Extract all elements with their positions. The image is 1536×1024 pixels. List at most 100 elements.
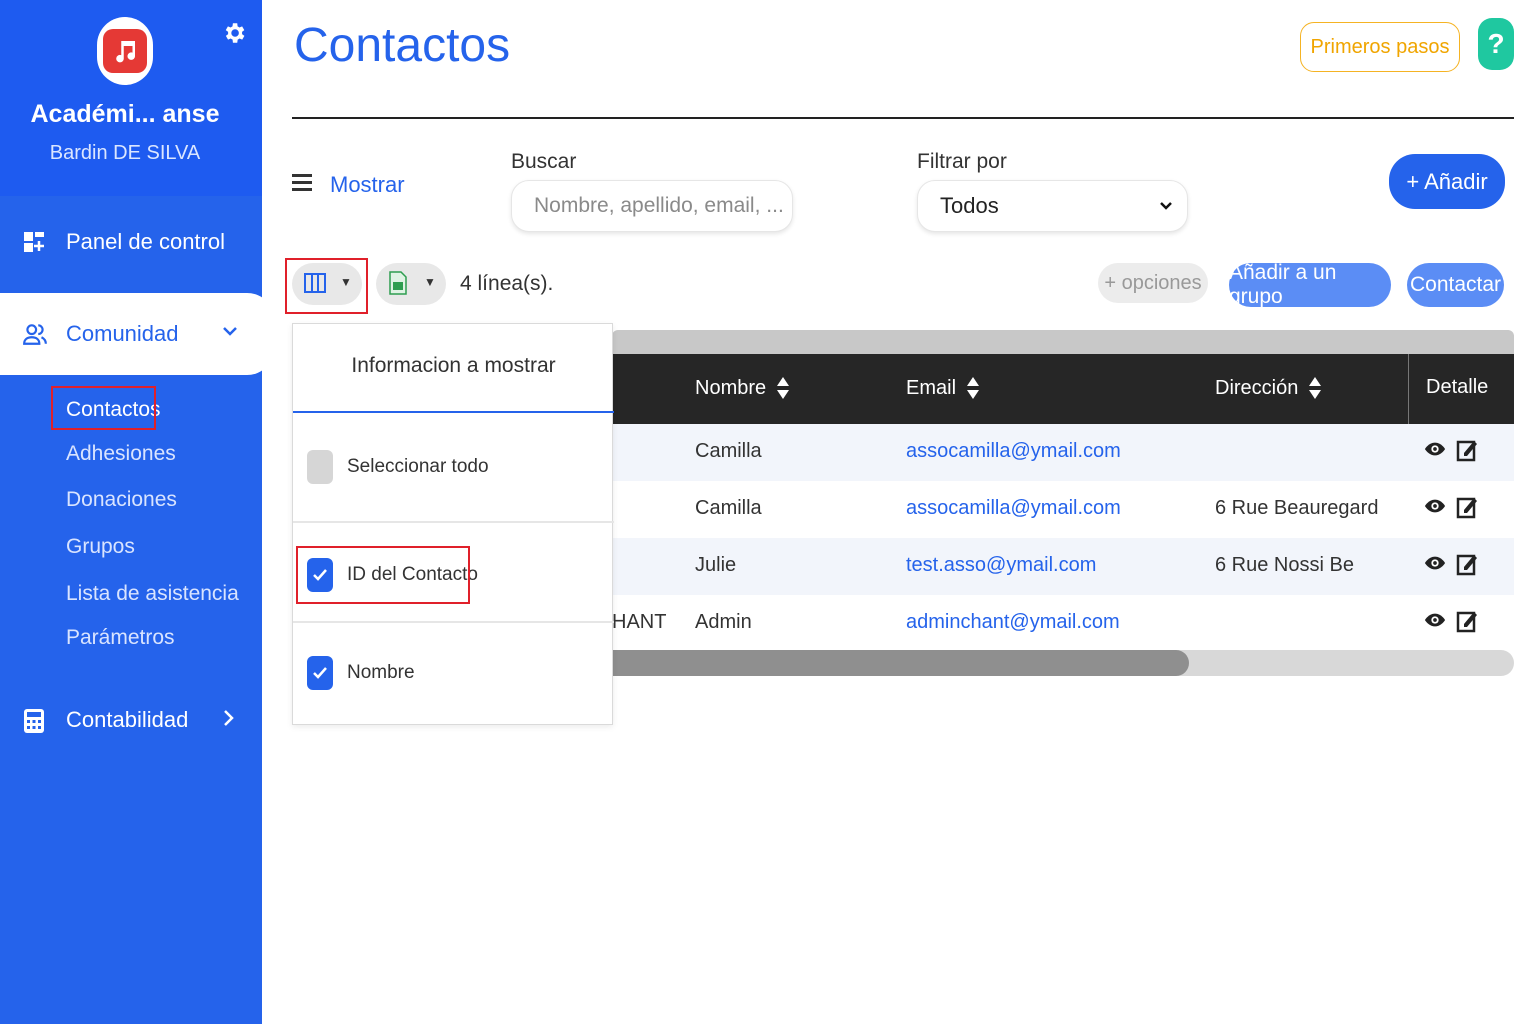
contact-button[interactable]: Contactar <box>1407 263 1504 307</box>
cell-address: 6 Rue Beauregard <box>1215 497 1379 519</box>
select-all-option[interactable]: Seleccionar todo <box>307 450 489 484</box>
filter-select[interactable]: Todos <box>917 180 1188 232</box>
option-label: Seleccionar todo <box>347 456 489 477</box>
column-header-name[interactable]: Nombre <box>695 376 790 400</box>
cell-id-fragment: HANT <box>612 611 667 633</box>
page-title: Contactos <box>294 19 511 72</box>
spreadsheet-icon <box>388 271 408 300</box>
help-button[interactable]: ? <box>1478 18 1514 70</box>
column-chooser-popover: Informacion a mostrar Seleccionar todo I… <box>292 323 614 725</box>
nav-label-accounting: Contabilidad <box>66 707 189 732</box>
more-options-button[interactable]: + opciones <box>1098 263 1208 303</box>
chevron-down-icon <box>1159 195 1173 216</box>
sub-item-attendance[interactable]: Lista de asistencia <box>66 582 239 606</box>
checkbox-checked[interactable] <box>307 656 333 690</box>
option-label: Nombre <box>347 662 415 683</box>
cell-name: Camilla <box>695 497 762 519</box>
show-label: Mostrar <box>330 172 405 197</box>
highlight-box-column-chooser <box>285 258 368 314</box>
nav-item-community[interactable]: Comunidad <box>0 293 275 375</box>
edit-icon[interactable] <box>1456 609 1478 639</box>
cell-address: 6 Rue Nossi Be <box>1215 554 1354 576</box>
scrollbar-thumb[interactable] <box>612 650 1190 676</box>
popover-title-underline <box>293 411 614 413</box>
sort-icon <box>776 376 790 400</box>
cell-email[interactable]: assocamilla@ymail.com <box>906 440 1121 463</box>
highlight-box-contacts <box>51 386 156 430</box>
sort-icon <box>1308 376 1322 400</box>
sub-item-memberships[interactable]: Adhesiones <box>66 442 176 466</box>
eye-icon[interactable] <box>1424 552 1446 582</box>
add-to-group-button[interactable]: Añadir a un grupo <box>1229 261 1391 308</box>
edit-icon[interactable] <box>1456 438 1478 468</box>
popover-title: Informacion a mostrar <box>351 354 556 377</box>
search-input[interactable] <box>511 180 793 232</box>
users-icon <box>22 321 48 347</box>
show-menu-toggle[interactable]: Mostrar <box>292 172 405 198</box>
table-row[interactable]: Camilla assocamilla@ymail.com 6 Rue Beau… <box>612 481 1514 538</box>
row-actions <box>1424 609 1478 639</box>
filter-label: Filtrar por <box>917 150 1007 173</box>
gear-icon[interactable] <box>221 20 247 46</box>
sort-icon <box>966 376 980 400</box>
eye-icon[interactable] <box>1424 609 1446 639</box>
sub-item-groups[interactable]: Grupos <box>66 535 135 559</box>
column-divider <box>1408 354 1409 424</box>
music-note-icon <box>103 29 147 73</box>
column-label: Dirección <box>1215 376 1299 399</box>
header-divider <box>292 117 1514 119</box>
edit-icon[interactable] <box>1456 552 1478 582</box>
calculator-icon <box>22 708 46 733</box>
cell-name: Julie <box>695 554 737 576</box>
edit-icon[interactable] <box>1456 495 1478 525</box>
highlight-box-contact-id <box>296 546 470 604</box>
menu-icon <box>292 172 312 198</box>
chevron-right-icon <box>222 709 234 732</box>
user-name: Bardin DE SILVA <box>49 142 201 164</box>
sub-item-parameters[interactable]: Parámetros <box>66 626 175 650</box>
export-button[interactable]: ▼ <box>376 263 446 305</box>
dashboard-icon <box>22 230 46 254</box>
cell-name: Admin <box>695 611 752 633</box>
name-option[interactable]: Nombre <box>307 656 415 690</box>
add-contact-button[interactable]: + Añadir <box>1389 154 1505 209</box>
nav-label-community: Comunidad <box>66 321 179 346</box>
nav-label-dashboard: Panel de control <box>66 229 225 254</box>
column-header-detail: Detalle <box>1426 376 1488 399</box>
column-label: Nombre <box>695 376 767 399</box>
contacts-table: Nombre Email Dirección Detalle Camilla a… <box>612 330 1514 678</box>
table-top-scrollbar[interactable] <box>612 330 1514 354</box>
column-header-address[interactable]: Dirección <box>1215 376 1322 400</box>
table-row[interactable]: Camilla assocamilla@ymail.com <box>612 424 1514 481</box>
table-row[interactable]: HANT Admin adminchant@ymail.com <box>612 595 1514 652</box>
sub-item-donations[interactable]: Donaciones <box>66 488 177 512</box>
eye-icon[interactable] <box>1424 438 1446 468</box>
row-actions <box>1424 438 1478 468</box>
horizontal-scrollbar[interactable] <box>612 650 1514 676</box>
nav-item-accounting[interactable]: Contabilidad <box>0 690 262 750</box>
popover-divider <box>293 621 614 623</box>
column-label: Email <box>906 376 957 399</box>
chevron-down-icon <box>222 317 238 343</box>
cell-email[interactable]: assocamilla@ymail.com <box>906 497 1121 520</box>
checkbox-unchecked[interactable] <box>307 450 333 484</box>
table-row[interactable]: Julie test.asso@ymail.com 6 Rue Nossi Be <box>612 538 1514 595</box>
eye-icon[interactable] <box>1424 495 1446 525</box>
row-actions <box>1424 495 1478 525</box>
table-header: Nombre Email Dirección Detalle <box>612 354 1514 424</box>
cell-email[interactable]: adminchant@ymail.com <box>906 611 1120 634</box>
first-steps-button[interactable]: Primeros pasos <box>1300 22 1460 72</box>
row-count: 4 línea(s). <box>460 272 554 295</box>
popover-divider <box>293 521 614 523</box>
search-label: Buscar <box>511 150 577 173</box>
cell-name: Camilla <box>695 440 762 462</box>
sidebar: Académi... anse Bardin DE SILVA Panel de… <box>0 0 275 1024</box>
column-label: Detalle <box>1426 376 1489 398</box>
nav-item-dashboard[interactable]: Panel de control <box>0 212 262 272</box>
cell-email[interactable]: test.asso@ymail.com <box>906 554 1096 577</box>
organization-name: Académi... anse <box>30 100 220 128</box>
column-header-email[interactable]: Email <box>906 376 980 400</box>
row-actions <box>1424 552 1478 582</box>
filter-value: Todos <box>940 193 999 218</box>
organization-logo[interactable] <box>97 17 153 85</box>
